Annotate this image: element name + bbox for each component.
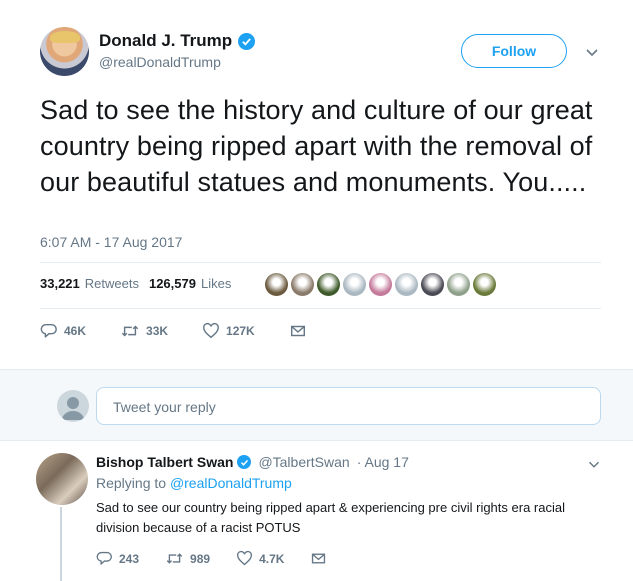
engagement-stats: 33,221 Retweets 126,579 Likes — [40, 276, 231, 291]
retweets-label[interactable]: Retweets — [85, 276, 139, 291]
likes-label[interactable]: Likes — [201, 276, 231, 291]
heart-icon — [237, 550, 253, 566]
retweet-icon — [121, 325, 139, 337]
direct-message-button[interactable] — [289, 322, 307, 340]
reply-like-button[interactable]: 4.7K — [236, 550, 284, 567]
liker-avatars — [265, 273, 496, 296]
reply-author-name[interactable]: Bishop Talbert Swan — [96, 454, 233, 470]
main-tweet: Donald J. Trump @realDonaldTrump Follow … — [0, 0, 633, 368]
retweet-button[interactable]: 33K — [120, 322, 168, 340]
envelope-icon — [290, 325, 305, 337]
reply-composer: Tweet your reply — [0, 369, 633, 441]
tweet-timestamp[interactable]: 6:07 AM - 17 Aug 2017 — [40, 234, 182, 250]
heart-icon — [203, 322, 219, 339]
divider — [40, 262, 601, 263]
verified-badge-icon — [237, 455, 252, 469]
reply-icon — [96, 551, 112, 565]
divider — [40, 308, 601, 309]
retweets-count[interactable]: 33,221 — [40, 276, 80, 291]
reply-like-count: 4.7K — [259, 551, 285, 566]
envelope-icon — [312, 553, 326, 564]
tweet-text: Sad to see the history and culture of ou… — [40, 95, 593, 197]
chevron-down-icon[interactable] — [582, 42, 602, 62]
reply-author-row[interactable]: Bishop Talbert Swan @TalbertSwan · Aug 1… — [96, 454, 409, 470]
reply-actions: 243 989 4.7K — [96, 550, 353, 567]
reply-button[interactable]: 46K — [40, 322, 86, 340]
like-count: 127K — [226, 324, 255, 338]
reply-author-avatar[interactable] — [36, 453, 88, 505]
reply-retweet-count: 989 — [190, 551, 211, 566]
liker-avatar[interactable] — [343, 273, 366, 296]
liker-avatar[interactable] — [369, 273, 392, 296]
author-handle[interactable]: @realDonaldTrump — [99, 54, 221, 70]
reply-text: Sad to see our country being ripped apar… — [96, 500, 565, 535]
retweet-icon — [166, 553, 183, 564]
reply-reply-button[interactable]: 243 — [96, 550, 139, 567]
reply-input[interactable]: Tweet your reply — [96, 387, 601, 425]
reply-count: 46K — [64, 324, 87, 338]
author-name[interactable]: Donald J. Trump — [99, 31, 232, 51]
reply-tweet[interactable]: Bishop Talbert Swan @TalbertSwan · Aug 1… — [0, 441, 633, 581]
liker-avatar[interactable] — [265, 273, 288, 296]
thread-line — [60, 507, 62, 581]
reply-icon — [40, 323, 57, 338]
replying-to-label: Replying to — [96, 475, 167, 491]
verified-badge-icon — [238, 32, 256, 50]
liker-avatar[interactable] — [447, 273, 470, 296]
reply-date[interactable]: · Aug 17 — [357, 454, 409, 470]
replying-to-handle-link[interactable]: @realDonaldTrump — [170, 475, 292, 491]
follow-button[interactable]: Follow — [461, 34, 567, 68]
liker-avatar[interactable] — [473, 273, 496, 296]
author-avatar[interactable] — [40, 27, 89, 76]
tweet-actions: 46K 33K 127K — [40, 322, 341, 340]
reply-author-handle[interactable]: @TalbertSwan — [258, 454, 349, 470]
user-avatar — [57, 390, 89, 422]
reply-retweet-button[interactable]: 989 — [165, 550, 210, 567]
likes-count[interactable]: 126,579 — [149, 276, 196, 291]
reply-direct-message-button[interactable] — [310, 550, 327, 567]
like-button[interactable]: 127K — [202, 322, 255, 340]
liker-avatar[interactable] — [317, 273, 340, 296]
liker-avatar[interactable] — [395, 273, 418, 296]
liker-avatar[interactable] — [291, 273, 314, 296]
reply-reply-count: 243 — [119, 551, 140, 566]
retweet-count: 33K — [146, 324, 169, 338]
chevron-down-icon[interactable] — [585, 455, 603, 473]
replying-to: Replying to @realDonaldTrump — [96, 475, 292, 491]
liker-avatar[interactable] — [421, 273, 444, 296]
author-name-row[interactable]: Donald J. Trump — [99, 31, 256, 51]
